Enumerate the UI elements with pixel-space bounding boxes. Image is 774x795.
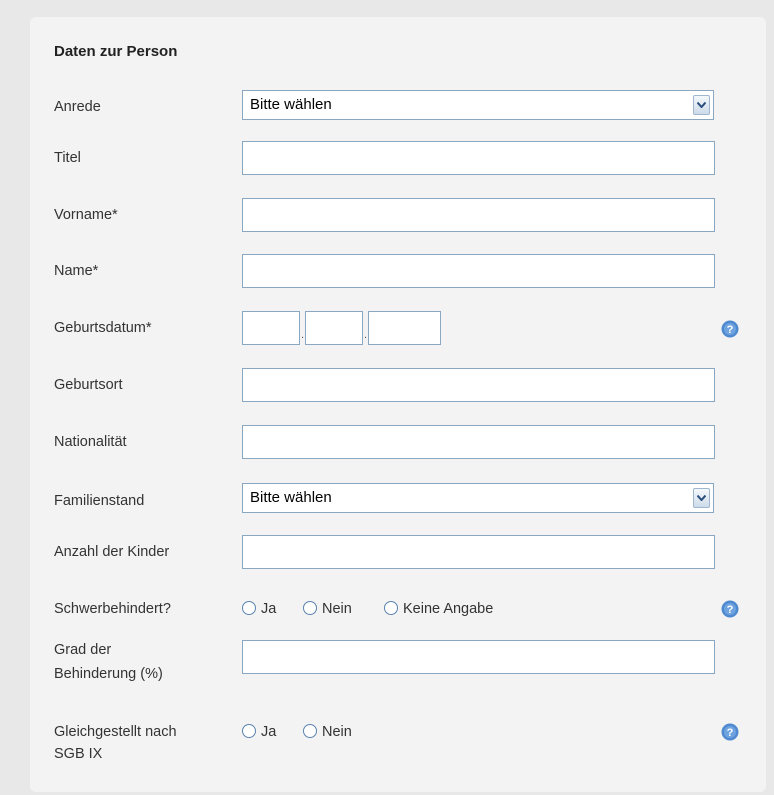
vorname-label: Vorname* [54, 207, 118, 223]
titel-row: Titel [0, 141, 774, 177]
nationalitaet-input[interactable] [242, 425, 715, 459]
chevron-down-icon[interactable] [693, 488, 710, 508]
vorname-input[interactable] [242, 198, 715, 232]
grad-input[interactable] [242, 640, 715, 674]
birth-day-input[interactable] [242, 311, 300, 345]
familienstand-label: Familienstand [54, 493, 145, 509]
svg-text:?: ? [727, 324, 734, 336]
nationalitaet-label: Nationalität [54, 434, 127, 450]
geburtsort-label: Geburtsort [54, 377, 123, 393]
titel-label: Titel [54, 150, 81, 166]
kinder-row: Anzahl der Kinder [0, 535, 774, 571]
familienstand-select[interactable]: Bitte wählen [242, 483, 714, 513]
gleichgestellt-label-line2: SGB IX [54, 746, 103, 762]
gleichgestellt-label-line1: Gleichgestellt nach [54, 724, 177, 740]
anrede-label: Anrede [54, 99, 101, 115]
radio-label: Nein [322, 724, 352, 740]
date-separator: . [364, 329, 368, 341]
familienstand-selected-value: Bitte wählen [250, 489, 332, 506]
radio-icon[interactable] [242, 601, 256, 615]
geburtsort-row: Geburtsort [0, 368, 774, 404]
radio-label: Ja [261, 601, 277, 617]
gleichgestellt-row: Gleichgestellt nach SGB IX Ja Nein ? [0, 722, 774, 768]
anrede-select[interactable]: Bitte wählen [242, 90, 714, 120]
anrede-selected-value: Bitte wählen [250, 96, 332, 113]
nationalitaet-row: Nationalität [0, 425, 774, 461]
radio-icon[interactable] [384, 601, 398, 615]
name-label: Name* [54, 263, 99, 279]
section-title: Daten zur Person [54, 43, 178, 60]
radio-icon[interactable] [242, 724, 256, 738]
grad-label: Grad der Behinderung (%) [54, 640, 163, 684]
radio-label: Nein [322, 601, 352, 617]
date-separator: . [301, 329, 305, 341]
chevron-down-icon[interactable] [693, 95, 710, 115]
name-row: Name* [0, 254, 774, 290]
schwerbehindert-row: Schwerbehindert? Ja Nein Keine Angabe ? [0, 599, 774, 621]
kinder-label: Anzahl der Kinder [54, 544, 170, 560]
grad-row: Grad der Behinderung (%) [0, 640, 774, 692]
familienstand-row: Familienstand Bitte wählen [0, 483, 774, 515]
radio-label: Ja [261, 724, 277, 740]
geburtsort-input[interactable] [242, 368, 715, 402]
grad-label-line2: Behinderung (%) [54, 666, 163, 682]
birth-year-input[interactable] [368, 311, 441, 345]
radio-label: Keine Angabe [403, 601, 494, 617]
vorname-row: Vorname* [0, 198, 774, 234]
geburtsdatum-row: Geburtsdatum* . . ? [0, 311, 774, 347]
svg-text:?: ? [727, 604, 734, 616]
birth-month-input[interactable] [305, 311, 363, 345]
svg-text:?: ? [727, 727, 734, 739]
kinder-input[interactable] [242, 535, 715, 569]
geburtsdatum-label: Geburtsdatum* [54, 320, 152, 336]
anrede-row: Anrede Bitte wählen [0, 89, 774, 121]
titel-input[interactable] [242, 141, 715, 175]
help-icon[interactable]: ? [721, 600, 739, 618]
help-icon[interactable]: ? [721, 723, 739, 741]
radio-icon[interactable] [303, 724, 317, 738]
grad-label-line1: Grad der [54, 642, 112, 658]
name-input[interactable] [242, 254, 715, 288]
gleichgestellt-label: Gleichgestellt nach SGB IX [54, 722, 177, 764]
help-icon[interactable]: ? [721, 320, 739, 338]
radio-icon[interactable] [303, 601, 317, 615]
schwerbehindert-label: Schwerbehindert? [54, 601, 171, 617]
